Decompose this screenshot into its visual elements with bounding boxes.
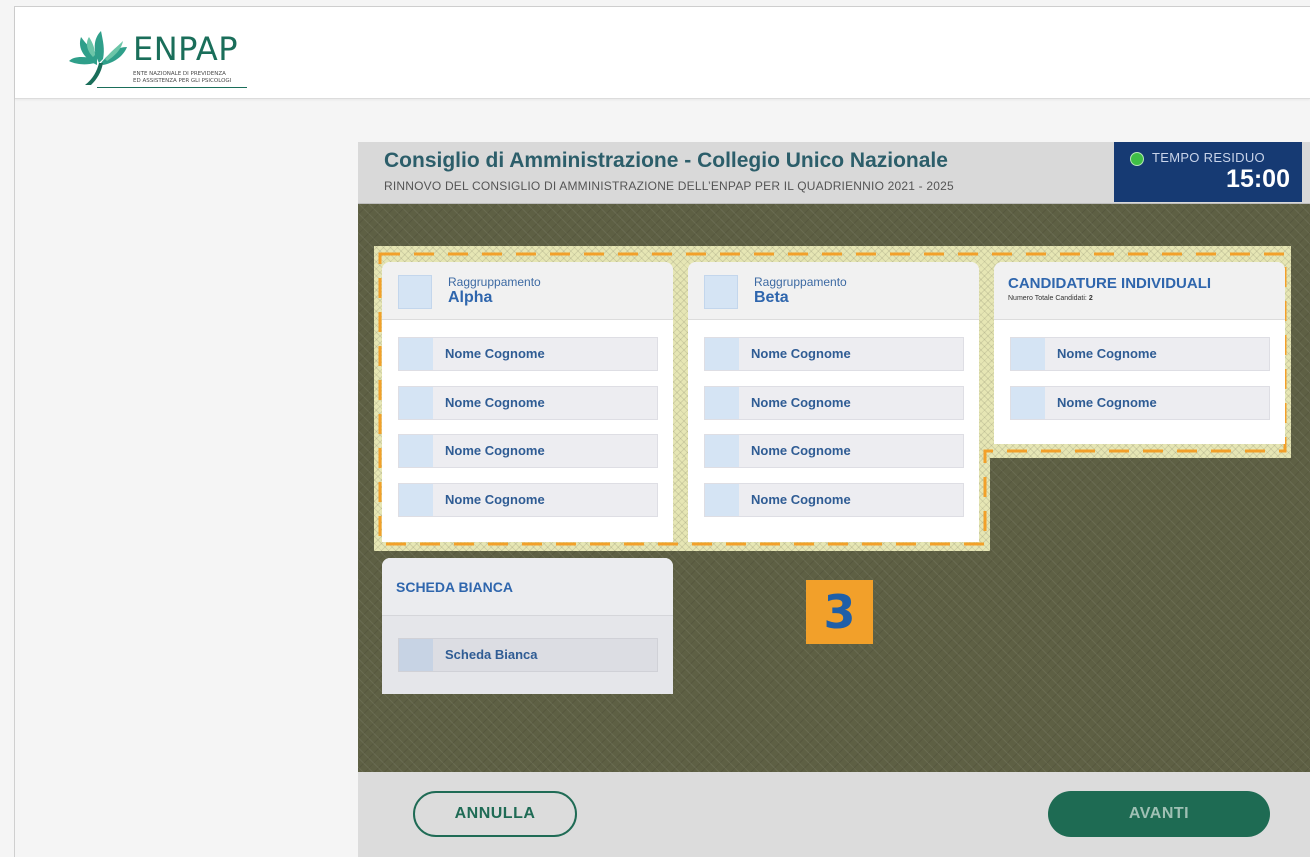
candidate-name: Nome Cognome: [1057, 395, 1157, 410]
logo-tagline: ENTE NAZIONALE DI PREVIDENZA ED ASSISTEN…: [133, 71, 273, 85]
ballot-footer: ANNULLA AVANTI: [358, 772, 1310, 857]
blank-ballot-label: Scheda Bianca: [445, 647, 538, 662]
blank-ballot-title: SCHEDA BIANCA: [396, 579, 513, 595]
ballot-title: Consiglio di Amministrazione - Collegio …: [384, 149, 948, 172]
candidate-row[interactable]: Nome Cognome: [1010, 386, 1270, 420]
candidate-checkbox[interactable]: [399, 484, 433, 516]
group-header[interactable]: Raggruppamento Alpha: [382, 262, 673, 320]
group-name: Beta: [754, 289, 789, 306]
timer-value: 15:00: [1226, 165, 1290, 193]
candidate-checkbox[interactable]: [399, 387, 433, 419]
ballot-subtitle: RINNOVO DEL CONSIGLIO DI AMMINISTRAZIONE…: [384, 179, 954, 193]
group-panel-alpha: Raggruppamento Alpha Nome Cognome Nome C…: [382, 262, 673, 542]
candidate-row[interactable]: Nome Cognome: [1010, 337, 1270, 371]
ballot-header: Consiglio di Amministrazione - Collegio …: [358, 142, 1310, 204]
candidate-name: Nome Cognome: [751, 492, 851, 507]
candidate-row[interactable]: Nome Cognome: [704, 434, 964, 468]
logo-tagline-line1: ENTE NAZIONALE DI PREVIDENZA: [133, 71, 226, 77]
tree-logo-icon: [69, 31, 127, 85]
candidate-checkbox[interactable]: [1011, 387, 1045, 419]
timer-label: TEMPO RESIDUO: [1152, 150, 1265, 165]
candidate-checkbox[interactable]: [705, 338, 739, 370]
cancel-button[interactable]: ANNULLA: [413, 791, 577, 837]
individual-count-label: Numero Totale Candidati:: [1008, 295, 1087, 302]
candidate-row[interactable]: Nome Cognome: [704, 337, 964, 371]
step-number-badge: 3: [806, 580, 873, 644]
candidate-checkbox[interactable]: [399, 338, 433, 370]
candidate-name: Nome Cognome: [445, 492, 545, 507]
candidate-name: Nome Cognome: [751, 346, 851, 361]
individual-header: CANDIDATURE INDIVIDUALI Numero Totale Ca…: [994, 262, 1285, 320]
candidate-row[interactable]: Nome Cognome: [704, 483, 964, 517]
individual-title: CANDIDATURE INDIVIDUALI: [1008, 275, 1212, 292]
site-header: ENPAP ENTE NAZIONALE DI PREVIDENZA ED AS…: [15, 7, 1310, 99]
candidate-name: Nome Cognome: [1057, 346, 1157, 361]
group-header[interactable]: Raggruppamento Beta: [688, 262, 979, 320]
timer-status-dot-icon: [1130, 152, 1144, 166]
candidate-checkbox[interactable]: [705, 484, 739, 516]
candidate-row[interactable]: Nome Cognome: [704, 386, 964, 420]
blank-ballot-option[interactable]: Scheda Bianca: [398, 638, 658, 672]
blank-ballot-header: SCHEDA BIANCA: [382, 558, 673, 616]
candidate-name: Nome Cognome: [751, 395, 851, 410]
group-prefix: Raggruppamento: [448, 275, 541, 289]
candidate-row[interactable]: Nome Cognome: [398, 337, 658, 371]
candidate-name: Nome Cognome: [445, 395, 545, 410]
enpap-logo[interactable]: ENPAP ENTE NAZIONALE DI PREVIDENZA ED AS…: [67, 29, 267, 95]
candidate-checkbox[interactable]: [399, 435, 433, 467]
candidate-row[interactable]: Nome Cognome: [398, 483, 658, 517]
logo-tagline-line2: ED ASSISTENZA PER GLI PSICOLOGI: [133, 78, 232, 84]
logo-wordmark: ENPAP: [133, 30, 239, 68]
candidate-name: Nome Cognome: [445, 346, 545, 361]
group-name: Alpha: [448, 289, 493, 306]
group-checkbox[interactable]: [398, 275, 432, 309]
candidate-row[interactable]: Nome Cognome: [398, 434, 658, 468]
candidate-checkbox[interactable]: [1011, 338, 1045, 370]
group-prefix: Raggruppamento: [754, 275, 847, 289]
group-panel-beta: Raggruppamento Beta Nome Cognome Nome Co…: [688, 262, 979, 542]
candidate-checkbox[interactable]: [705, 435, 739, 467]
candidate-row[interactable]: Nome Cognome: [398, 386, 658, 420]
individual-count-value: 2: [1088, 295, 1093, 302]
candidate-name: Nome Cognome: [445, 443, 545, 458]
candidate-name: Nome Cognome: [751, 443, 851, 458]
individual-count: Numero Totale Candidati: 2: [1008, 295, 1093, 302]
blank-ballot-panel: SCHEDA BIANCA Scheda Bianca: [382, 558, 673, 694]
blank-ballot-checkbox[interactable]: [399, 639, 433, 671]
ballot-panel: Consiglio di Amministrazione - Collegio …: [358, 142, 1310, 857]
next-button[interactable]: AVANTI: [1048, 791, 1270, 837]
individual-candidates-panel: CANDIDATURE INDIVIDUALI Numero Totale Ca…: [994, 262, 1285, 444]
timer: TEMPO RESIDUO 15:00: [1114, 142, 1302, 202]
selection-highlight-area: Raggruppamento Alpha Nome Cognome Nome C…: [374, 246, 1291, 551]
logo-underline: [97, 87, 247, 88]
candidate-checkbox[interactable]: [705, 387, 739, 419]
group-checkbox[interactable]: [704, 275, 738, 309]
